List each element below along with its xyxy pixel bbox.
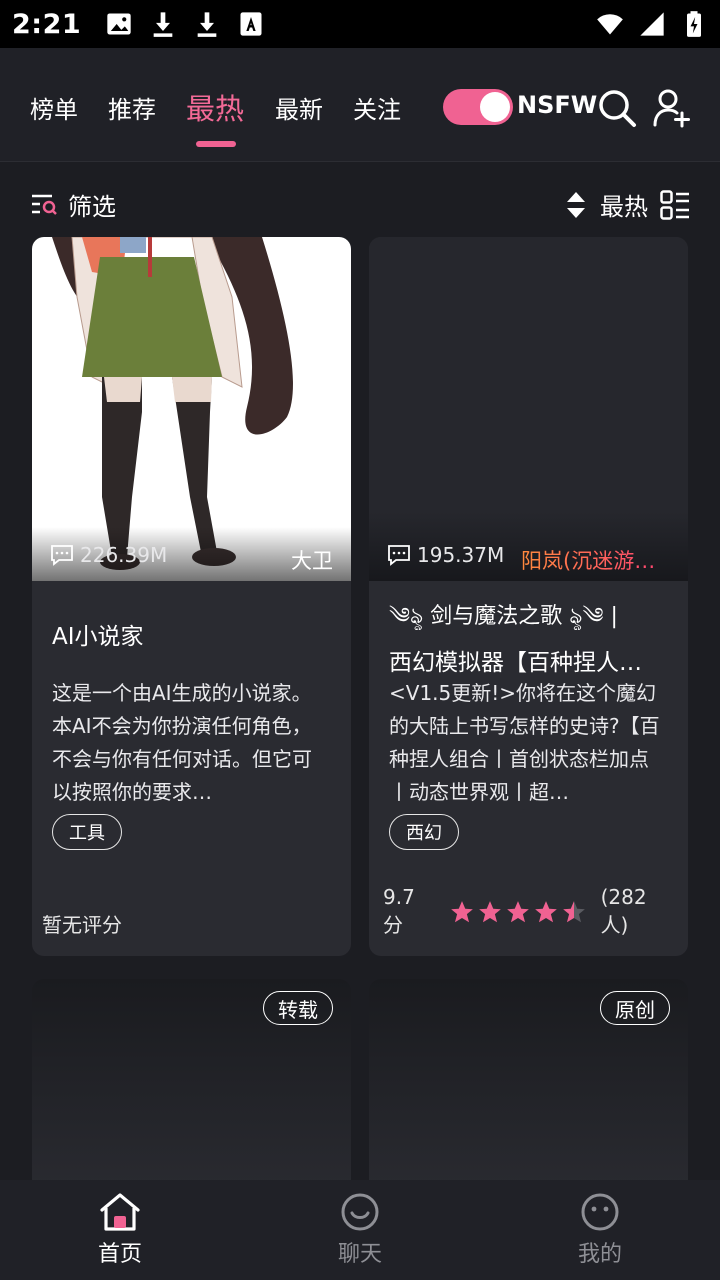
rating-count: (282人) — [600, 885, 647, 937]
chat-bubble-icon — [388, 545, 410, 566]
nsfw-toggle[interactable] — [443, 89, 513, 125]
card-description: 这是一个由AI生成的小说家。本AI不会为你扮演任何角色，不会与你有任何对话。但它… — [52, 681, 312, 804]
top-nav: 榜单 推荐 最热 最新 关注 NSFW — [0, 48, 720, 162]
character-card-sword-magic[interactable]: 195.37M 阳岚(沉迷游… ༄ৡ 剑与魔法之歌 ৡ༄ | 西幻模拟器【百种捏… — [369, 237, 688, 956]
repost-badge: 转载 — [263, 991, 333, 1025]
character-card[interactable]: 转载 — [32, 979, 351, 1199]
original-badge: 原创 — [600, 991, 670, 1025]
tab-latest[interactable]: 最新 — [275, 90, 323, 125]
card-author[interactable]: 大卫 — [291, 545, 333, 575]
nav-chat[interactable]: 聊天 — [300, 1192, 420, 1268]
bottom-nav: 首页 聊天 我的 — [0, 1180, 720, 1280]
tab-recommend[interactable]: 推荐 — [108, 90, 156, 125]
active-tab-indicator — [196, 141, 236, 147]
chat-smile-icon — [341, 1193, 379, 1231]
chat-count: 226.39M — [50, 543, 167, 567]
font-icon — [240, 12, 262, 36]
add-user-icon[interactable] — [652, 88, 692, 128]
character-card-ai-novelist[interactable]: 226.39M 大卫 AI小说家 这是一个由AI生成的小说家。本AI不会为你扮演… — [32, 237, 351, 956]
tab-hot[interactable]: 最热 — [186, 86, 244, 128]
toggle-knob — [480, 92, 510, 122]
sort-label[interactable]: 最热 — [600, 187, 648, 222]
filter-icon — [32, 194, 57, 215]
character-image — [32, 237, 351, 581]
rating-score: 9.7分 — [383, 885, 415, 937]
sort-icon[interactable] — [564, 190, 588, 220]
nav-home[interactable]: 首页 — [60, 1192, 180, 1268]
chat-count-value: 226.39M — [80, 543, 168, 567]
tab-rank[interactable]: 榜单 — [30, 90, 78, 125]
nav-profile-label: 我的 — [577, 1242, 622, 1267]
signal-icon — [640, 12, 664, 36]
rating-row: 暂无评分 — [42, 909, 337, 938]
character-image — [369, 237, 688, 581]
chat-count-value: 195.37M — [417, 543, 505, 567]
card-title: AI小说家 — [52, 624, 144, 650]
download-icon — [153, 12, 173, 37]
card-description: <V1.5更新!>你将在这个魔幻的大陆上书写怎样的史诗?【百种捏人组合丨首创状态… — [389, 681, 660, 804]
profile-face-icon — [581, 1193, 619, 1231]
nsfw-label: NSFW — [517, 91, 598, 119]
status-time: 2:21 — [12, 8, 82, 40]
nav-profile[interactable]: 我的 — [540, 1192, 660, 1268]
filter-bar: 筛选 最热 — [0, 163, 720, 237]
character-card[interactable]: 原创 — [369, 979, 688, 1199]
image-icon — [107, 13, 131, 35]
tag-chip[interactable]: 工具 — [52, 814, 122, 850]
star-icon — [450, 900, 473, 922]
filter-button[interactable]: 筛选 — [30, 187, 116, 222]
rating-stars — [449, 899, 587, 925]
wifi-icon — [597, 14, 623, 35]
chat-bubble-icon — [51, 545, 73, 566]
card-title-line2: 西幻模拟器【百种捏人… — [389, 650, 642, 676]
rating-row: 9.7分 (282人) — [383, 885, 674, 938]
card-author[interactable]: 阳岚(沉迷游… — [521, 545, 674, 575]
tag-chip[interactable]: 西幻 — [389, 814, 459, 850]
nav-home-label: 首页 — [97, 1242, 142, 1267]
rating-text: 暂无评分 — [42, 913, 122, 937]
star-icon — [534, 900, 557, 922]
download-icon — [197, 12, 217, 37]
star-icon — [562, 900, 585, 922]
layout-toggle-icon[interactable] — [660, 189, 690, 220]
nav-chat-label: 聊天 — [337, 1242, 382, 1267]
status-bar: 2:21 — [0, 0, 720, 48]
home-icon — [100, 1193, 140, 1231]
search-icon[interactable] — [597, 88, 637, 128]
chat-count: 195.37M — [387, 543, 504, 567]
star-icon — [478, 900, 501, 922]
filter-label: 筛选 — [68, 193, 116, 221]
tab-follow[interactable]: 关注 — [353, 90, 401, 125]
battery-charging-icon — [687, 11, 701, 37]
star-icon — [506, 900, 529, 922]
